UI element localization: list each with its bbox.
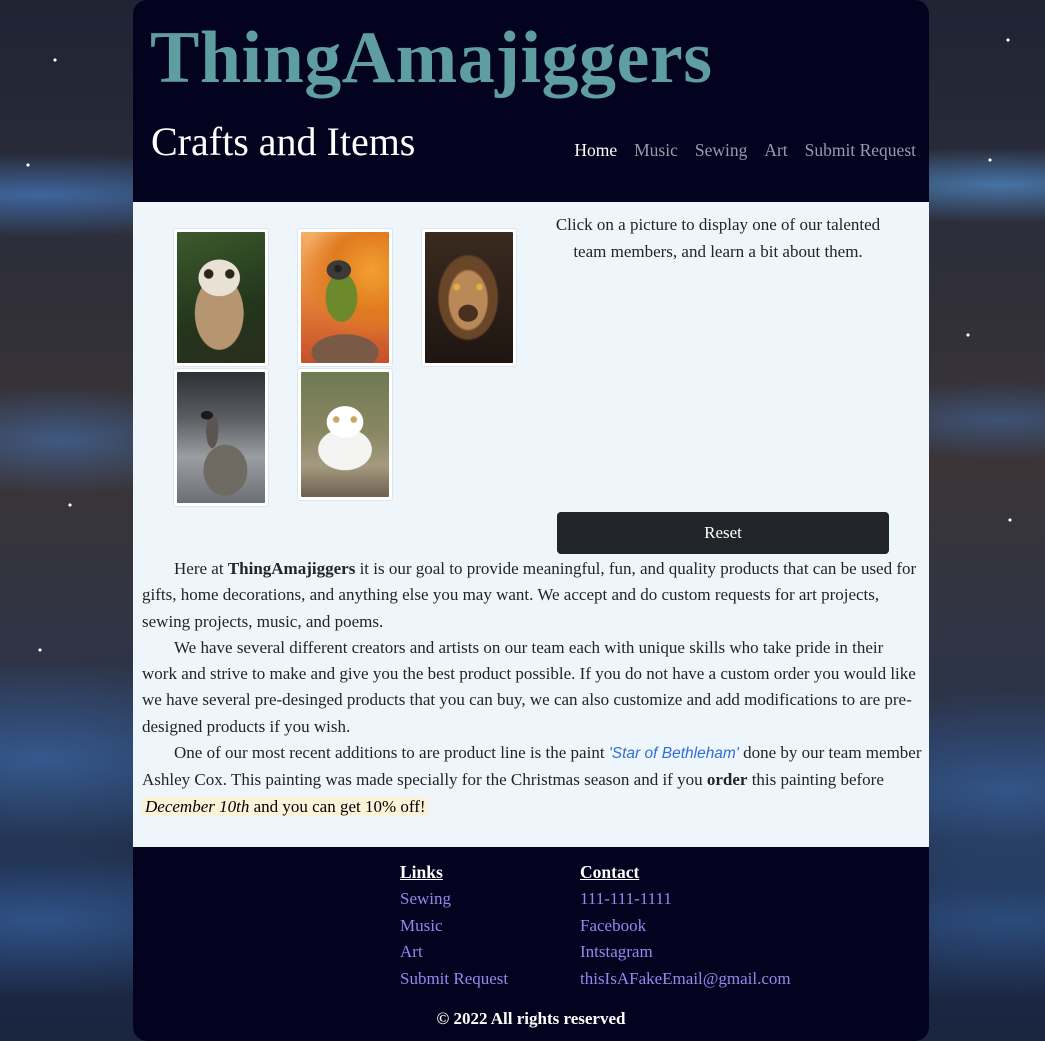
nav-submit-request[interactable]: Submit Request xyxy=(805,140,916,161)
site-footer: Links Sewing Music Art Submit Request Co… xyxy=(133,847,929,1041)
nav-sewing[interactable]: Sewing xyxy=(695,140,748,161)
gallery-instructions: Click on a picture to display one of our… xyxy=(555,215,881,261)
footer-contact-phone[interactable]: 111-111-1111 xyxy=(580,886,791,913)
footer-contact-column: Contact 111-111-1111 Facebook Intstagram… xyxy=(580,860,791,993)
footer-link-submit-request[interactable]: Submit Request xyxy=(400,966,508,993)
goose-image xyxy=(177,372,265,503)
about-paragraph-3: One of our most recent additions to are … xyxy=(142,740,922,820)
discount-highlight: December 10th and you can get 10% off! xyxy=(142,796,429,816)
nav-art[interactable]: Art xyxy=(764,140,787,161)
footer-link-art[interactable]: Art xyxy=(400,939,508,966)
team-photo-owl[interactable] xyxy=(173,228,269,367)
p1-before: Here at xyxy=(174,559,228,578)
brand-subtitle: Crafts and Items xyxy=(151,119,416,164)
p3-after-order: this painting before xyxy=(747,770,884,790)
reset-button[interactable]: Reset xyxy=(557,512,889,554)
team-photo-parrot[interactable] xyxy=(297,228,393,367)
team-photo-lion[interactable] xyxy=(421,228,517,367)
copyright: © 2022 All rights reserved xyxy=(436,1009,626,1028)
about-section: Here at ThingAmajiggers it is our goal t… xyxy=(142,556,922,820)
cat-image xyxy=(301,372,389,497)
nav-home[interactable]: Home xyxy=(574,140,617,161)
about-paragraph-1: Here at ThingAmajiggers it is our goal t… xyxy=(142,556,922,635)
brand-title: ThingAmajiggers xyxy=(150,17,713,99)
nav-music[interactable]: Music xyxy=(634,140,678,161)
team-gallery xyxy=(173,228,533,518)
team-photo-goose[interactable] xyxy=(173,368,269,507)
lion-image xyxy=(425,232,513,363)
footer-link-sewing[interactable]: Sewing xyxy=(400,886,508,913)
about-paragraph-2: We have several different creators and a… xyxy=(142,637,916,736)
page-container: ThingAmajiggers Crafts and Items Home Mu… xyxy=(133,0,929,1041)
footer-links-heading: Links xyxy=(400,862,443,882)
footer-contact-heading: Contact xyxy=(580,862,640,882)
discount-text: and you can get 10% off! xyxy=(249,796,426,816)
main-content: Click on a picture to display one of our… xyxy=(133,202,929,847)
order-emphasis: order xyxy=(706,770,748,790)
site-header: ThingAmajiggers Crafts and Items Home Mu… xyxy=(133,0,929,202)
footer-contact-email[interactable]: thisIsAFakeEmail@gmail.com xyxy=(580,966,791,993)
footer-links-column: Links Sewing Music Art Submit Request xyxy=(400,860,508,993)
owl-image xyxy=(177,232,265,363)
main-nav: Home Music Sewing Art Submit Request xyxy=(574,140,916,161)
discount-date: December 10th xyxy=(145,796,250,816)
team-photo-cat[interactable] xyxy=(297,368,393,501)
brand-name-inline: ThingAmajiggers xyxy=(227,559,356,578)
painting-link[interactable]: 'Star of Bethleham' xyxy=(609,745,739,762)
p3-before: One of our most recent additions to are … xyxy=(174,743,609,763)
parrot-image xyxy=(301,232,389,363)
footer-contact-facebook[interactable]: Facebook xyxy=(580,913,791,940)
footer-link-music[interactable]: Music xyxy=(400,913,508,940)
footer-contact-instagram[interactable]: Intstagram xyxy=(580,939,791,966)
